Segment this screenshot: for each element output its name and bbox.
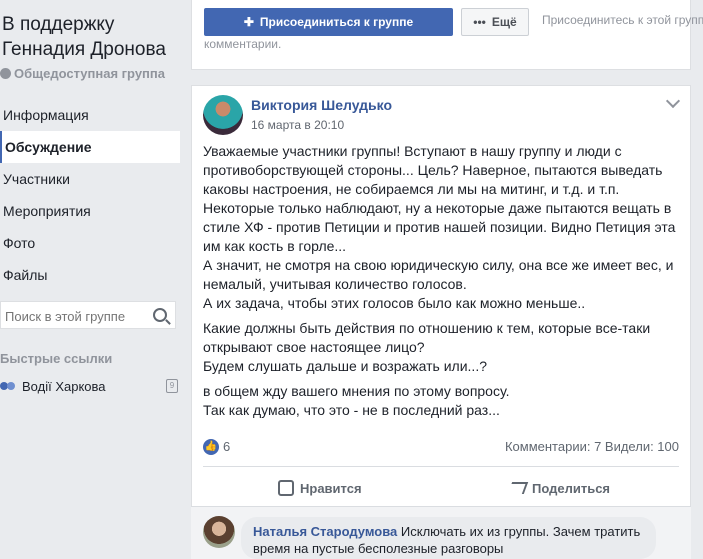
group-icon: [0, 378, 16, 394]
badge-icon: 9: [166, 379, 178, 393]
like-button[interactable]: Нравится: [278, 478, 362, 498]
like-label: Нравится: [300, 480, 362, 496]
group-search-input[interactable]: [1, 302, 147, 330]
comments-note: комментарии.: [204, 37, 282, 51]
post-paragraph: в общем жду вашего мнения по этому вопро…: [203, 383, 510, 418]
more-label: Ещё: [491, 15, 517, 29]
search-icon[interactable]: [153, 308, 167, 322]
divider: [203, 466, 679, 467]
post-stats[interactable]: Комментарии: 7 Видели: 100: [480, 439, 679, 454]
group-title[interactable]: В поддержку Геннадия Дронова: [2, 12, 192, 62]
group-search: [0, 301, 176, 330]
nav-item-files[interactable]: Файлы: [0, 259, 180, 291]
group-nav: Информация Обсуждение Участники Мероприя…: [0, 99, 180, 291]
nav-item-info[interactable]: Информация: [0, 99, 180, 131]
plus-icon: ✚: [243, 15, 254, 29]
nav-item-discussion[interactable]: Обсуждение: [0, 131, 180, 163]
post-date[interactable]: 16 марта в 20:10: [251, 118, 344, 132]
join-note: Присоединитесь к этой групп: [542, 13, 703, 27]
comment-author[interactable]: Наталья Стародумова: [253, 524, 397, 539]
join-group-button[interactable]: ✚ Присоединиться к группе: [204, 8, 453, 36]
more-button[interactable]: ••• Ещё: [461, 8, 529, 36]
thumbs-up-icon: [278, 480, 294, 496]
comment-bubble: Наталья Стародумова Исключать их из груп…: [241, 517, 656, 559]
quick-link-item[interactable]: Водії Харкова 9: [0, 376, 178, 396]
nav-item-photos[interactable]: Фото: [0, 227, 180, 259]
like-reaction-icon[interactable]: 👍: [203, 439, 219, 455]
join-group-label: Присоединиться к группе: [259, 15, 414, 29]
post-body: Уважаемые участники группы! Вступают в н…: [203, 142, 685, 426]
post-paragraph: Какие должны быть действия по отношению …: [203, 320, 651, 374]
share-label: Поделиться: [532, 480, 611, 496]
group-type: Общедоступная группа: [0, 66, 165, 81]
share-button[interactable]: Поделиться: [507, 478, 611, 498]
quick-link-label[interactable]: Водії Харкова: [22, 379, 106, 394]
share-icon: [507, 482, 529, 494]
nav-item-members[interactable]: Участники: [0, 163, 180, 195]
author-avatar[interactable]: [203, 95, 243, 135]
post-paragraph: Уважаемые участники группы! Вступают в н…: [203, 143, 676, 311]
quick-links-title: Быстрые ссылки: [0, 351, 113, 366]
ellipsis-icon: •••: [473, 15, 486, 29]
nav-item-events[interactable]: Мероприятия: [0, 195, 180, 227]
group-type-label: Общедоступная группа: [14, 66, 165, 81]
commenter-avatar[interactable]: [203, 516, 235, 548]
globe-icon: [0, 68, 11, 79]
post-author[interactable]: Виктория Шелудько: [251, 97, 392, 113]
like-count[interactable]: 6: [223, 439, 230, 454]
